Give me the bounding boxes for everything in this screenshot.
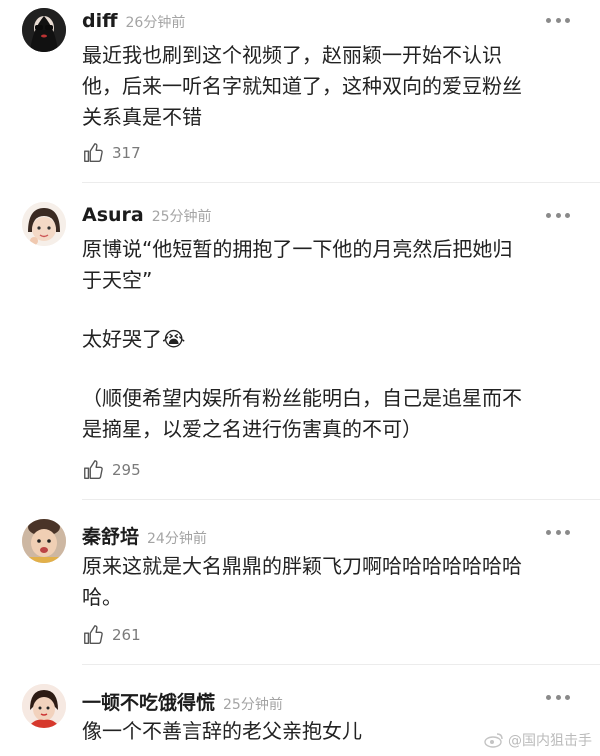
user-avatar[interactable] <box>22 202 66 246</box>
comment-line: 他，后来一听名字就知道了，这种双向的爱豆粉丝 <box>82 74 522 98</box>
comment-text: 最近我也刷到这个视频了，赵丽颖一开始不认识 他，后来一听名字就知道了，这种双向的… <box>82 40 582 133</box>
comment-author[interactable]: 一顿不吃饿得慌 25分钟前 <box>82 688 283 715</box>
author-name[interactable]: Asura <box>82 204 144 226</box>
girl-cartoon-avatar-icon <box>22 202 66 246</box>
thumbs-up-icon <box>84 625 103 644</box>
more-options-icon[interactable] <box>546 529 570 535</box>
dark-portrait-avatar-icon <box>22 8 66 52</box>
weibo-watermark: @国内狙击手 <box>484 730 592 750</box>
comment-line: 是摘星，以爱之名进行伤害真的不可） <box>82 417 422 441</box>
comment-line: 关系真是不错 <box>82 105 202 129</box>
divider <box>82 182 600 183</box>
more-options-icon[interactable] <box>546 694 570 700</box>
more-options-icon[interactable] <box>546 212 570 218</box>
author-name[interactable]: 秦舒培 <box>82 526 139 548</box>
comment-author[interactable]: diff 26分钟前 <box>82 10 185 32</box>
comment-time: 24分钟前 <box>147 531 207 547</box>
girl-red-avatar-icon <box>22 684 66 728</box>
divider <box>82 499 600 500</box>
comment-line: 最近我也刷到这个视频了，赵丽颖一开始不认识 <box>82 43 502 67</box>
comment-text: 原博说“他短暂的拥抱了一下他的月亮然后把她归 于天空” 太好哭了😭 （顺便希望内… <box>82 234 582 445</box>
comment-line: 太好哭了😭 <box>82 327 186 351</box>
comment-line: 哈。 <box>82 585 122 609</box>
comment-time: 25分钟前 <box>151 209 212 225</box>
comment-author[interactable]: Asura 25分钟前 <box>82 204 212 226</box>
like-count: 317 <box>112 144 141 162</box>
comment-line: 于天空” <box>82 268 153 292</box>
more-options-icon[interactable] <box>546 17 570 23</box>
watermark-text: @国内狙击手 <box>508 733 592 749</box>
author-name[interactable]: diff <box>82 10 118 32</box>
comment-line: 原博说“他短暂的拥抱了一下他的月亮然后把她归 <box>82 237 513 261</box>
author-name[interactable]: 一顿不吃饿得慌 <box>82 692 215 714</box>
user-avatar[interactable] <box>22 8 66 52</box>
comment-time: 26分钟前 <box>125 15 186 31</box>
like-button[interactable]: 295 <box>82 459 141 481</box>
like-count: 261 <box>112 626 141 644</box>
like-count: 295 <box>112 461 141 479</box>
user-avatar[interactable] <box>22 684 66 728</box>
thumbs-up-icon <box>84 143 103 162</box>
thumbs-up-icon <box>84 460 103 479</box>
user-avatar[interactable] <box>22 519 66 563</box>
like-button[interactable]: 261 <box>82 624 141 646</box>
comment-line: 原来这就是大名鼎鼎的胖颖飞刀啊哈哈哈哈哈哈哈 <box>82 554 522 578</box>
like-button[interactable]: 317 <box>82 142 141 164</box>
comment-time: 25分钟前 <box>223 697 283 713</box>
comment-line: （顺便希望内娱所有粉丝能明白，自己是追星而不 <box>82 386 522 410</box>
weibo-logo-icon <box>484 733 503 748</box>
comment-author[interactable]: 秦舒培 24分钟前 <box>82 522 207 549</box>
child-photo-avatar-icon <box>22 519 66 563</box>
comment-text: 原来这就是大名鼎鼎的胖颖飞刀啊哈哈哈哈哈哈哈 哈。 <box>82 551 582 613</box>
divider <box>82 664 600 665</box>
